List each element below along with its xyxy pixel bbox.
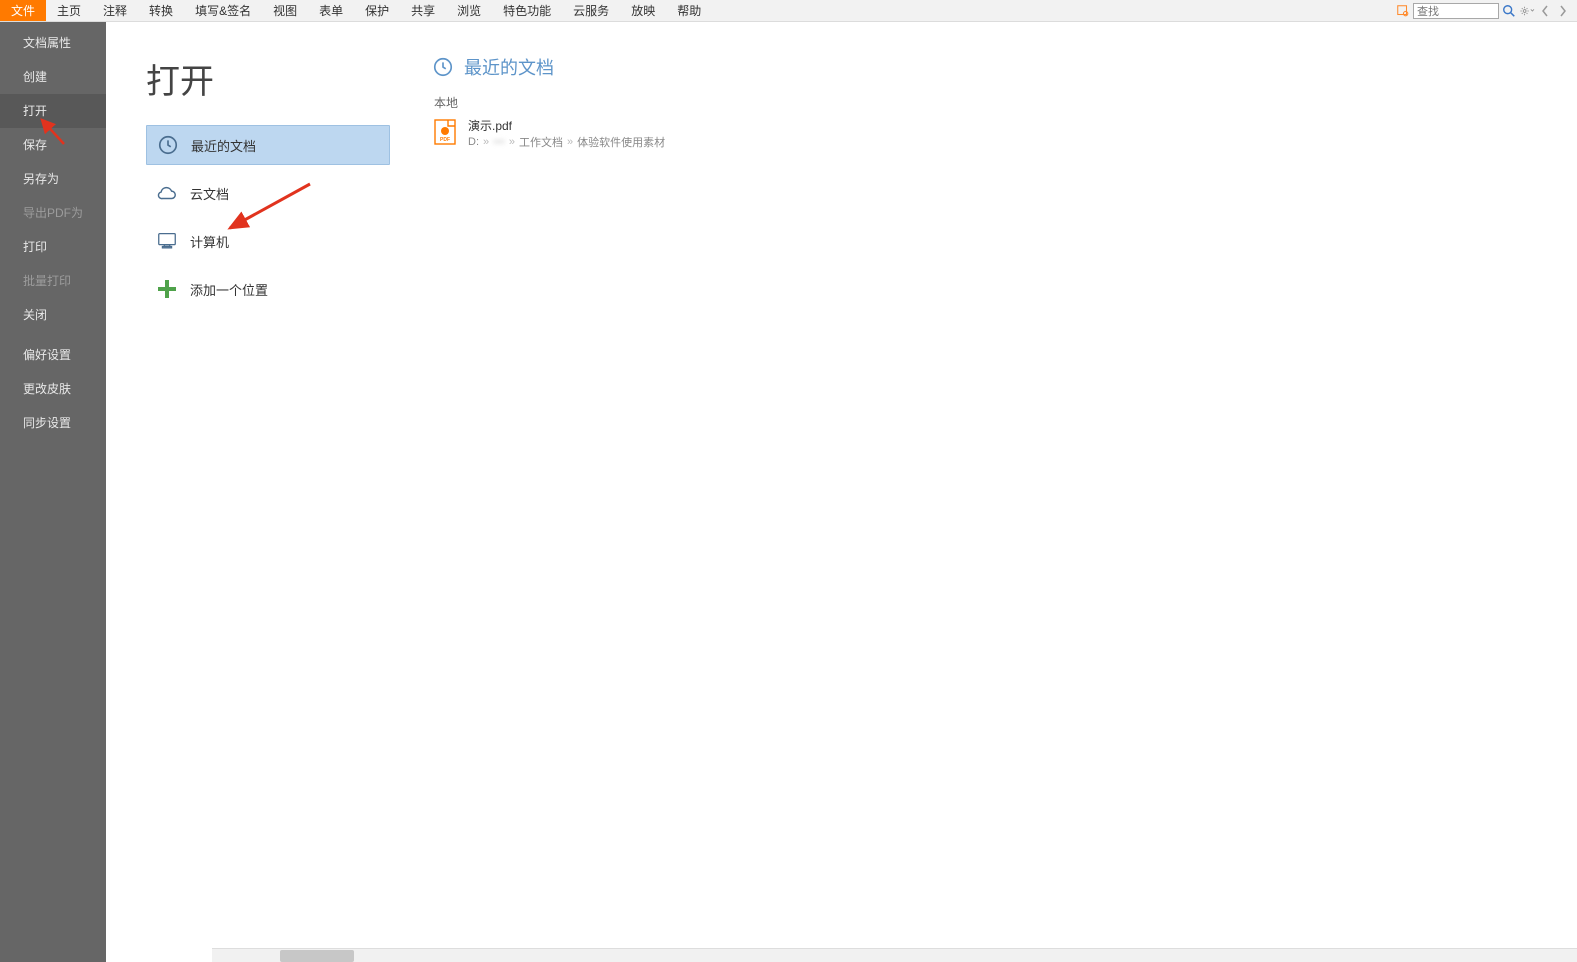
file-path: D:»▫▫▫»工作文档»体验软件使用素材 xyxy=(468,134,665,150)
horizontal-scrollbar[interactable] xyxy=(212,948,1577,962)
location-label: 云文档 xyxy=(190,184,229,203)
search-icon[interactable] xyxy=(1501,3,1517,19)
sidebar-item-保存[interactable]: 保存 xyxy=(0,128,106,162)
sidebar-item-更改皮肤[interactable]: 更改皮肤 xyxy=(0,372,106,406)
open-locations-column: 打开 最近的文档云文档计算机添加一个位置 xyxy=(106,22,396,962)
menu-tab-主页[interactable]: 主页 xyxy=(46,0,92,21)
menu-tab-帮助[interactable]: 帮助 xyxy=(666,0,712,21)
location-clock[interactable]: 最近的文档 xyxy=(146,125,390,165)
menu-tab-保护[interactable]: 保护 xyxy=(354,0,400,21)
menu-tab-放映[interactable]: 放映 xyxy=(620,0,666,21)
sidebar-item-打印[interactable]: 打印 xyxy=(0,230,106,264)
find-icon[interactable] xyxy=(1395,3,1411,19)
sidebar-item-批量打印: 批量打印 xyxy=(0,264,106,298)
sidebar-item-关闭[interactable]: 关闭 xyxy=(0,298,106,332)
search-input[interactable] xyxy=(1413,3,1499,19)
file-name: 演示.pdf xyxy=(468,117,665,134)
location-label: 最近的文档 xyxy=(191,136,256,155)
menu-tab-视图[interactable]: 视图 xyxy=(262,0,308,21)
menu-tab-表单[interactable]: 表单 xyxy=(308,0,354,21)
recent-column: 最近的文档 本地 PDF 演示.pdf D:»▫▫▫»工作文档»体验软件使用素材 xyxy=(396,22,1577,962)
menu-tab-注释[interactable]: 注释 xyxy=(92,0,138,21)
clock-icon xyxy=(432,56,454,78)
recent-file-item[interactable]: PDF 演示.pdf D:»▫▫▫»工作文档»体验软件使用素材 xyxy=(432,115,1577,152)
recent-title: 最近的文档 xyxy=(432,54,1577,80)
sidebar-item-导出PDF为: 导出PDF为 xyxy=(0,196,106,230)
menu-tab-文件[interactable]: 文件 xyxy=(0,0,46,21)
recent-title-text: 最近的文档 xyxy=(464,54,554,80)
nav-forward-icon[interactable] xyxy=(1555,3,1571,19)
sidebar-item-同步设置[interactable]: 同步设置 xyxy=(0,406,106,440)
gear-icon[interactable] xyxy=(1519,3,1535,19)
section-local-label: 本地 xyxy=(434,94,1577,111)
location-label: 计算机 xyxy=(190,232,229,251)
menu-tab-浏览[interactable]: 浏览 xyxy=(446,0,492,21)
plus-icon xyxy=(156,278,178,300)
computer-icon xyxy=(156,230,178,252)
body: 文档属性创建打开保存另存为导出PDF为打印批量打印关闭偏好设置更改皮肤同步设置 … xyxy=(0,22,1577,962)
recent-files-list: PDF 演示.pdf D:»▫▫▫»工作文档»体验软件使用素材 xyxy=(432,115,1577,152)
content-pane: 打开 最近的文档云文档计算机添加一个位置 最近的文档 本地 PDF 演示.pdf… xyxy=(106,22,1577,962)
menu-tab-云服务[interactable]: 云服务 xyxy=(562,0,620,21)
sidebar-item-打开[interactable]: 打开 xyxy=(0,94,106,128)
location-computer[interactable]: 计算机 xyxy=(146,221,390,261)
sidebar-item-偏好设置[interactable]: 偏好设置 xyxy=(0,338,106,372)
sidebar-item-另存为[interactable]: 另存为 xyxy=(0,162,106,196)
menu-tab-转换[interactable]: 转换 xyxy=(138,0,184,21)
clock-icon xyxy=(157,134,179,156)
menu-tab-特色功能[interactable]: 特色功能 xyxy=(492,0,562,21)
svg-text:PDF: PDF xyxy=(440,137,450,143)
location-plus[interactable]: 添加一个位置 xyxy=(146,269,390,309)
sidebar-item-文档属性[interactable]: 文档属性 xyxy=(0,26,106,60)
page-title: 打开 xyxy=(146,54,396,103)
location-label: 添加一个位置 xyxy=(190,280,268,299)
menu-tab-共享[interactable]: 共享 xyxy=(400,0,446,21)
menu-tab-填写&签名[interactable]: 填写&签名 xyxy=(184,0,262,21)
pdf-file-icon: PDF xyxy=(434,117,458,150)
nav-back-icon[interactable] xyxy=(1537,3,1553,19)
location-cloud[interactable]: 云文档 xyxy=(146,173,390,213)
sidebar: 文档属性创建打开保存另存为导出PDF为打印批量打印关闭偏好设置更改皮肤同步设置 xyxy=(0,22,106,962)
location-list: 最近的文档云文档计算机添加一个位置 xyxy=(146,125,396,309)
sidebar-item-创建[interactable]: 创建 xyxy=(0,60,106,94)
top-menu: 文件主页注释转换填写&签名视图表单保护共享浏览特色功能云服务放映帮助 xyxy=(0,0,1577,22)
cloud-icon xyxy=(156,182,178,204)
